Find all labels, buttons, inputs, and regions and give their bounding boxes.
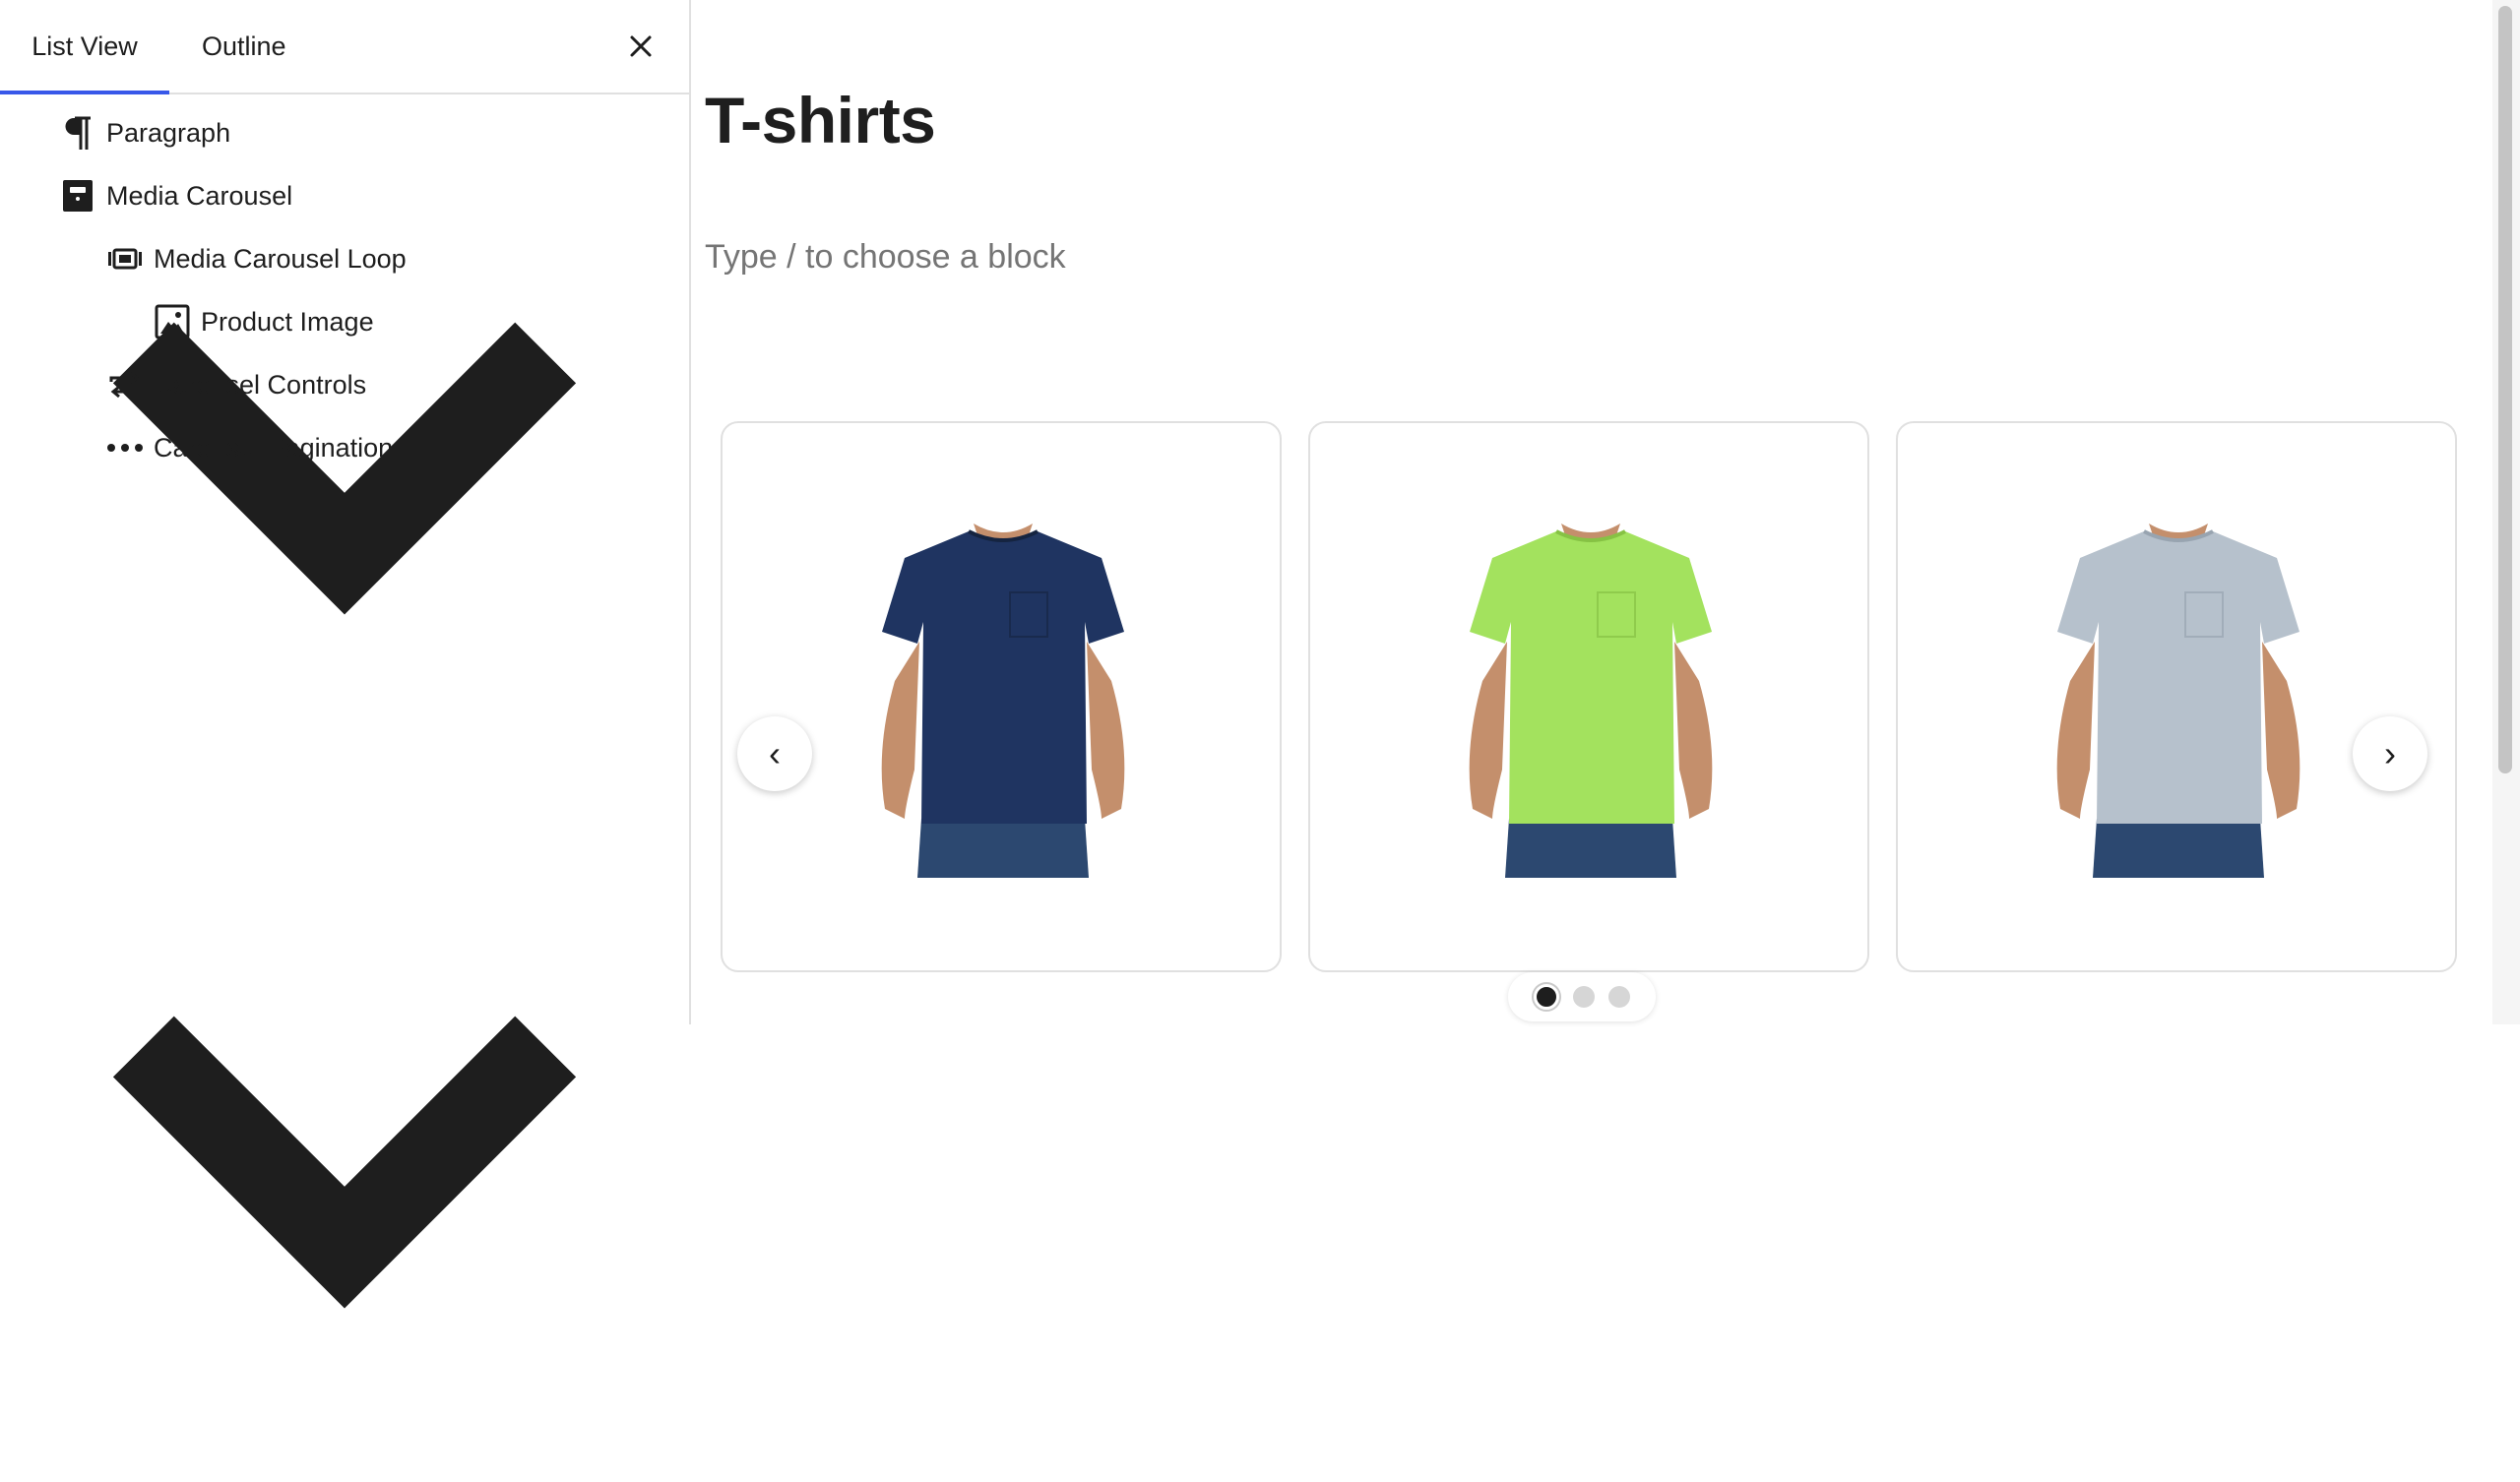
close-icon	[630, 35, 652, 57]
list-item-label: Media Carousel Loop	[154, 243, 407, 274]
vertical-scrollbar[interactable]	[2492, 0, 2520, 1024]
carousel-slide[interactable]	[721, 421, 1282, 972]
page-title[interactable]: T-shirts	[705, 83, 936, 157]
controls-icon	[106, 366, 144, 403]
carousel-pagination	[1508, 972, 1656, 1021]
list-item-label: Product Image	[201, 306, 374, 337]
tab-outline[interactable]: Outline	[202, 0, 286, 93]
list-item-label: Media Carousel	[106, 180, 293, 211]
chevron-left-icon: ‹	[769, 733, 781, 773]
list-item-carousel-controls[interactable]: Carousel Controls	[106, 360, 366, 409]
product-image	[2056, 524, 2300, 878]
pagination-dot-1[interactable]	[1534, 984, 1559, 1010]
chevron-down-icon[interactable]	[0, 788, 689, 1477]
carousel-next-button[interactable]: ›	[2353, 716, 2427, 791]
sidebar-tabs: List View Outline	[0, 0, 689, 94]
pagination-dot-3[interactable]	[1608, 986, 1630, 1008]
product-image	[881, 524, 1125, 878]
scrollbar-thumb[interactable]	[2498, 6, 2512, 773]
image-icon	[154, 303, 191, 340]
list-item-carousel-pagination[interactable]: Carousel Pagination	[106, 423, 393, 472]
list-item-label: Paragraph	[106, 117, 231, 148]
media-carousel-icon	[59, 177, 96, 215]
carousel-prev-button[interactable]: ‹	[737, 716, 812, 791]
list-item-label: Carousel Pagination	[154, 432, 394, 463]
list-item-label: Carousel Controls	[154, 369, 367, 400]
list-item-product-image[interactable]: Product Image	[154, 297, 374, 346]
chevron-right-icon: ›	[2384, 733, 2396, 773]
editor-canvas: T-shirts Type / to choose a block ‹ ›	[691, 0, 2492, 1024]
carousel-slide[interactable]	[1896, 421, 2457, 972]
list-item-media-carousel[interactable]: Media Carousel	[59, 171, 292, 220]
close-button[interactable]	[621, 27, 661, 66]
list-item-media-carousel-loop[interactable]: Media Carousel Loop	[106, 234, 407, 283]
block-appender-placeholder[interactable]: Type / to choose a block	[705, 238, 1066, 277]
product-image	[1469, 524, 1713, 878]
ellipsis-icon	[106, 429, 144, 466]
paragraph-icon	[59, 114, 96, 152]
list-item-paragraph[interactable]: Paragraph	[59, 108, 230, 157]
carousel-slide[interactable]	[1308, 421, 1869, 972]
pagination-dot-2[interactable]	[1573, 986, 1595, 1008]
carousel-loop-icon	[106, 240, 144, 278]
tab-list-view[interactable]: List View	[0, 0, 169, 94]
list-view-sidebar: List View Outline Paragraph Media Carous…	[0, 0, 691, 1309]
